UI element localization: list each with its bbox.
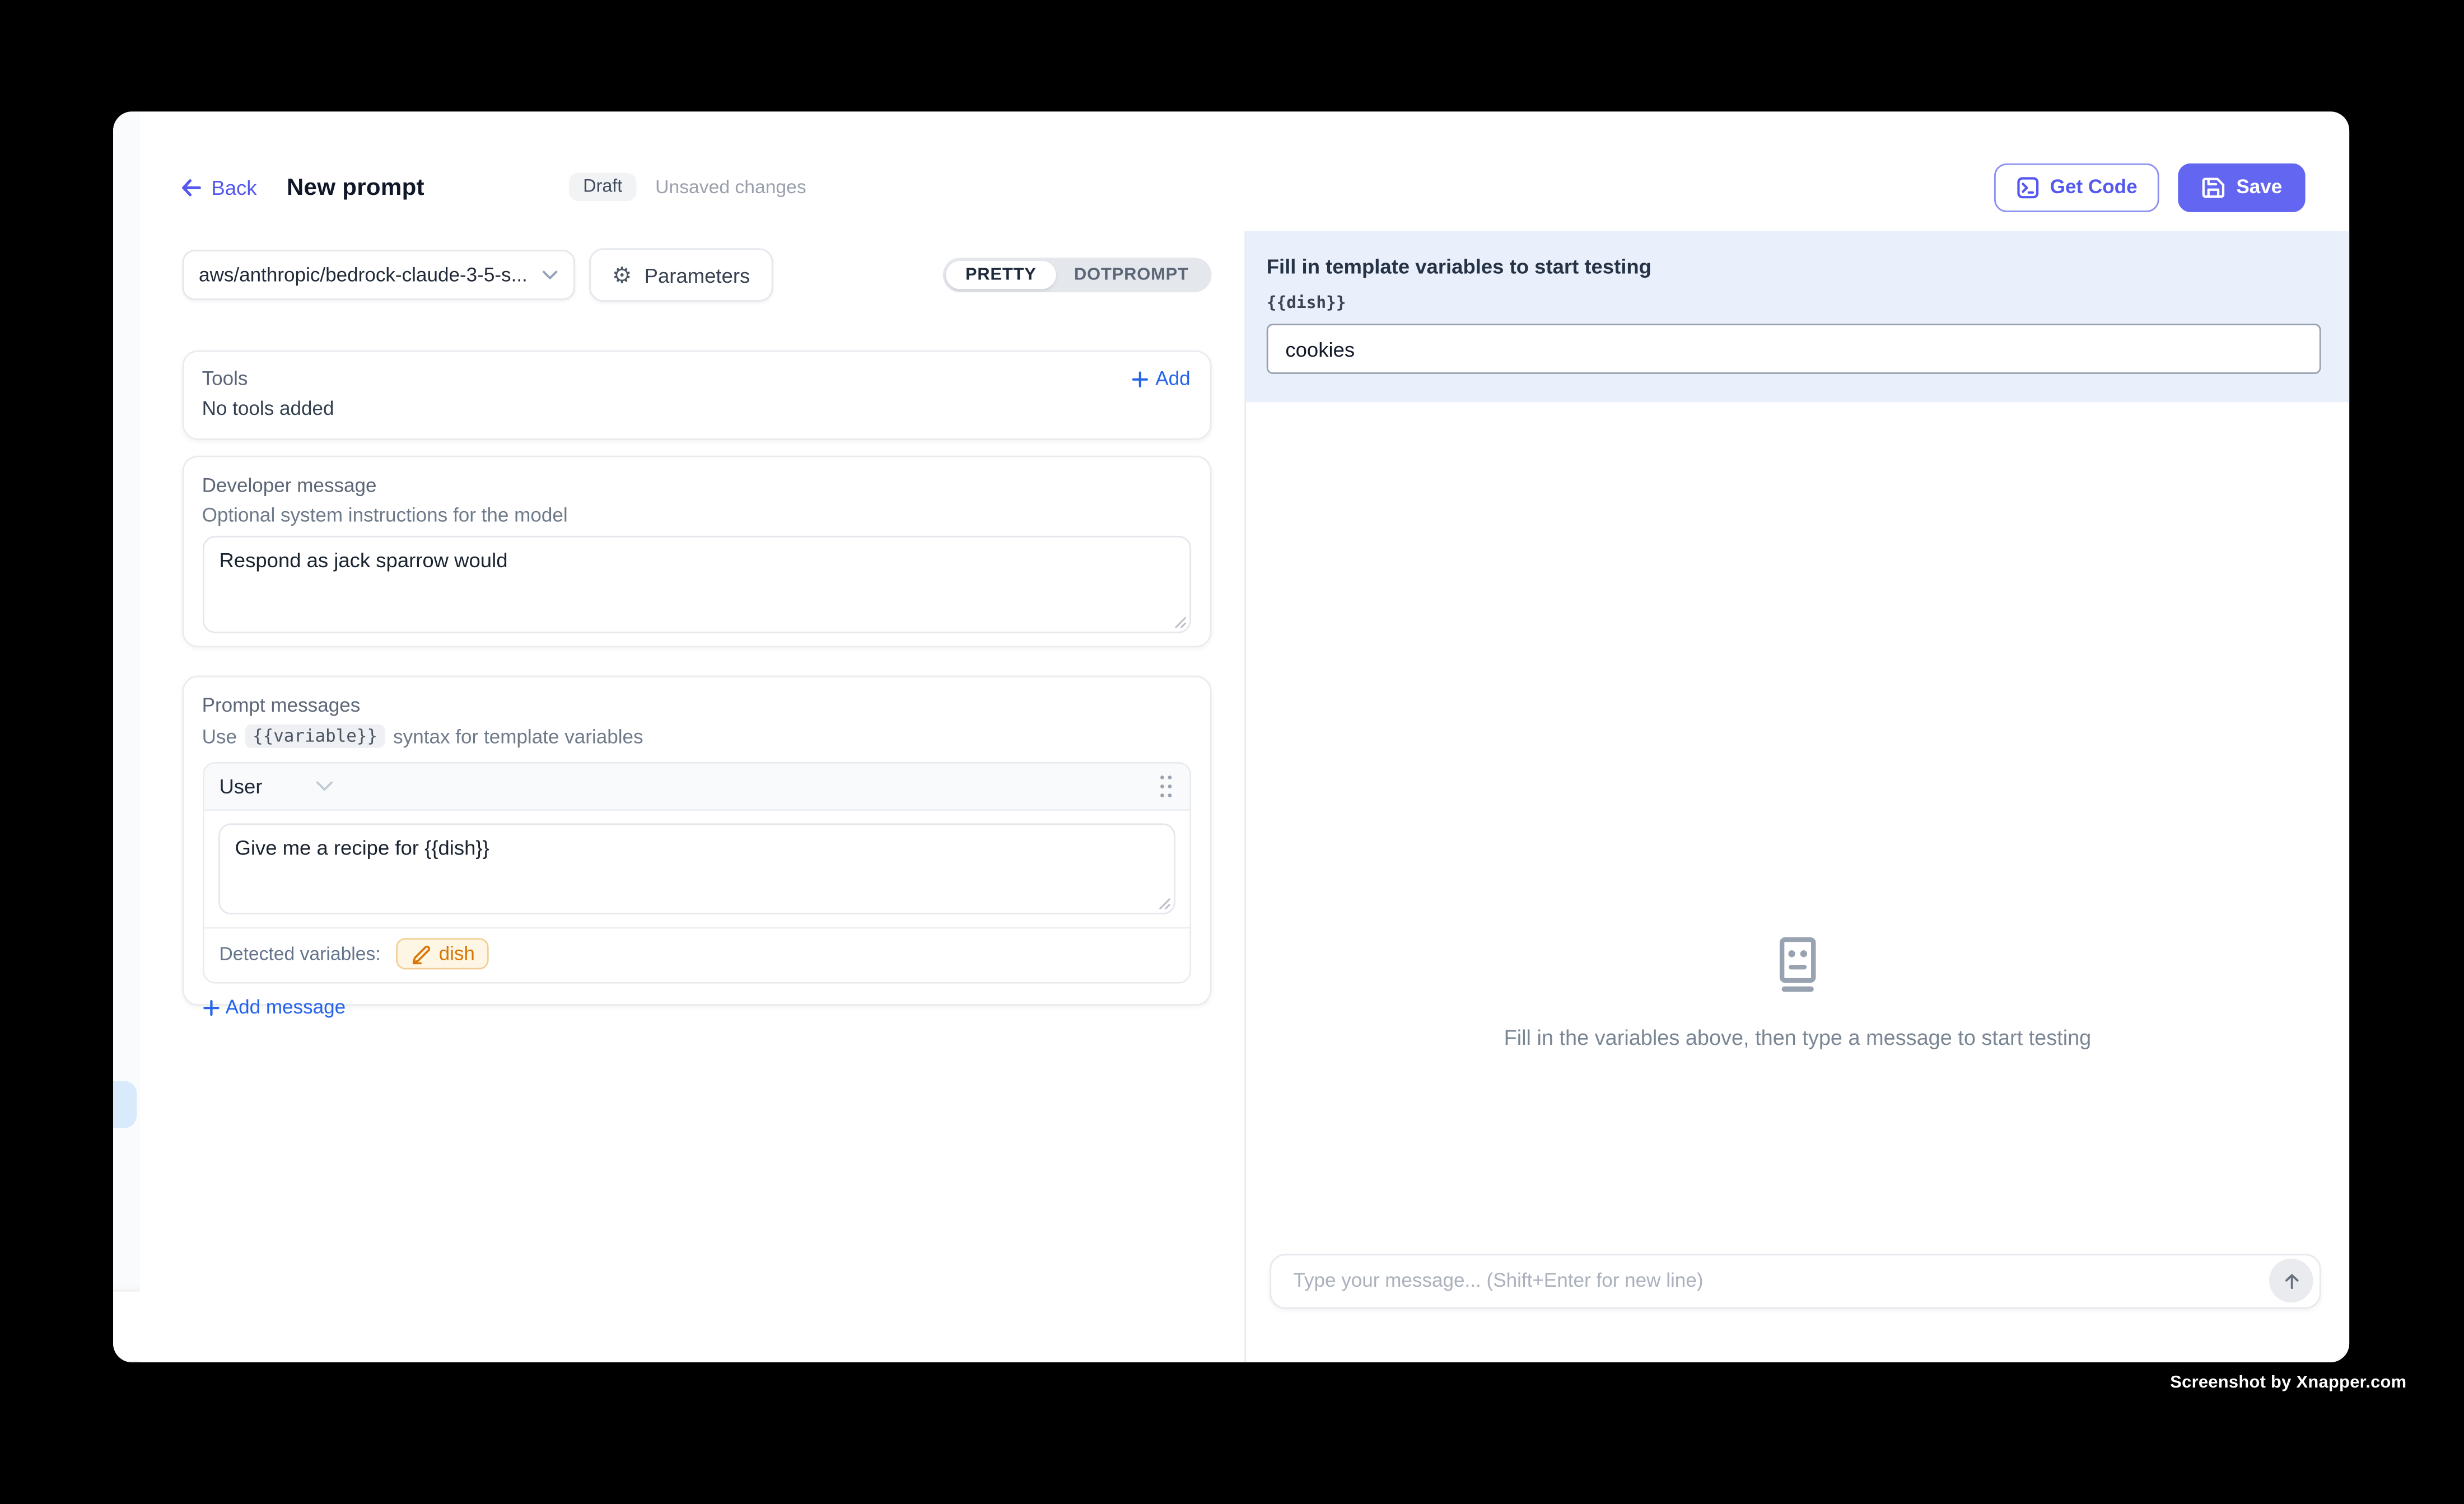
chat-input-row <box>1270 1254 2321 1309</box>
editor-pane: aws/anthropic/bedrock-claude-3-5-s... ⚙︎… <box>139 231 1245 1362</box>
prompt-messages-card: Prompt messages Use {{variable}} syntax … <box>181 676 1211 1006</box>
terminal-square-icon <box>2015 175 2039 199</box>
developer-message-title: Developer message <box>202 474 1191 496</box>
hint-prefix: Use <box>202 725 237 747</box>
template-variable-hint: Use {{variable}} syntax for template var… <box>202 725 1191 748</box>
toggle-pretty[interactable]: PRETTY <box>946 261 1055 289</box>
developer-message-subtitle: Optional system instructions for the mod… <box>202 505 1191 526</box>
watermark: Screenshot by Xnapper.com <box>2170 1374 2406 1393</box>
back-label: Back <box>211 175 256 199</box>
message-editor: User <box>202 762 1191 984</box>
header: Back New prompt Draft Unsaved changes Ge… <box>139 111 2350 231</box>
chat-message-input[interactable] <box>1290 1268 2270 1293</box>
variable-name-label: {{dish}} <box>1267 294 2322 313</box>
unsaved-changes-label: Unsaved changes <box>655 176 806 198</box>
get-code-button[interactable]: Get Code <box>1994 162 2159 211</box>
chevron-down-icon <box>316 781 333 792</box>
save-button[interactable]: Save <box>2178 162 2306 211</box>
hint-suffix: syntax for template variables <box>393 725 643 747</box>
arrow-left-icon <box>178 175 202 199</box>
model-select-value: aws/anthropic/bedrock-claude-3-5-s... <box>199 264 528 286</box>
user-message-input[interactable]: Give me a recipe for {{dish}} <box>218 823 1175 914</box>
main-area: aws/anthropic/bedrock-claude-3-5-s... ⚙︎… <box>139 231 2350 1362</box>
format-toggle: PRETTY DOTPROMPT <box>944 258 1211 292</box>
empty-state: Fill in the variables above, then type a… <box>1245 936 2350 1049</box>
pencil-edit-icon <box>410 943 431 964</box>
gear-icon: ⚙︎ <box>612 264 632 286</box>
detected-variables-label: Detected variables: <box>219 943 380 965</box>
message-header: User <box>203 764 1188 811</box>
send-button[interactable] <box>2270 1259 2314 1304</box>
collapsed-sidebar <box>113 111 139 1362</box>
tools-card: Tools Add No tools added <box>181 351 1211 440</box>
page-title: New prompt <box>287 174 424 200</box>
variable-badge-dish[interactable]: dish <box>396 938 489 969</box>
robot-face-icon <box>1772 936 1823 993</box>
chat-area: Fill in the variables above, then type a… <box>1245 402 2350 1362</box>
sidebar-active-item[interactable] <box>113 1081 137 1128</box>
add-tool-label: Add <box>1155 368 1190 390</box>
add-tool-button[interactable]: Add <box>1132 368 1191 390</box>
tools-empty-text: No tools added <box>202 398 1191 419</box>
variable-value-input[interactable] <box>1267 324 2322 374</box>
get-code-label: Get Code <box>2050 176 2138 198</box>
back-button[interactable]: Back <box>178 175 256 199</box>
role-select[interactable]: User <box>219 774 333 798</box>
tools-title: Tools <box>202 368 248 390</box>
variable-syntax-chip: {{variable}} <box>245 725 385 748</box>
screenshot-stage: Back New prompt Draft Unsaved changes Ge… <box>0 0 2464 1504</box>
chevron-down-icon <box>542 270 557 280</box>
save-icon <box>2202 175 2225 199</box>
plus-icon <box>1132 370 1149 387</box>
role-value: User <box>219 774 262 798</box>
variable-badge-label: dish <box>439 943 475 965</box>
arrow-up-icon <box>2281 1271 2302 1291</box>
parameters-label: Parameters <box>645 263 750 287</box>
developer-message-card: Developer message Optional system instru… <box>181 456 1211 647</box>
template-variables-panel: Fill in template variables to start test… <box>1245 231 2350 402</box>
model-select[interactable]: aws/anthropic/bedrock-claude-3-5-s... <box>181 250 575 300</box>
status-badge: Draft <box>569 173 636 202</box>
tester-pane: Fill in template variables to start test… <box>1245 231 2350 1362</box>
add-message-button[interactable]: Add message <box>202 996 1191 1018</box>
drag-handle-icon[interactable] <box>1158 773 1173 800</box>
prompt-editor-window: Back New prompt Draft Unsaved changes Ge… <box>113 111 2350 1362</box>
developer-message-input[interactable]: Respond as jack sparrow would <box>202 536 1191 633</box>
add-message-label: Add message <box>226 996 346 1018</box>
parameters-button[interactable]: ⚙︎ Parameters <box>589 248 773 301</box>
plus-icon <box>202 998 220 1016</box>
prompt-messages-title: Prompt messages <box>202 694 1191 716</box>
save-label: Save <box>2236 176 2282 198</box>
model-row: aws/anthropic/bedrock-claude-3-5-s... ⚙︎… <box>181 248 1211 301</box>
toggle-dotprompt[interactable]: DOTPROMPT <box>1055 261 1207 289</box>
empty-state-text: Fill in the variables above, then type a… <box>1245 1026 2350 1049</box>
tester-title: Fill in template variables to start test… <box>1267 255 2322 278</box>
detected-variables-row: Detected variables: dish <box>203 927 1188 982</box>
